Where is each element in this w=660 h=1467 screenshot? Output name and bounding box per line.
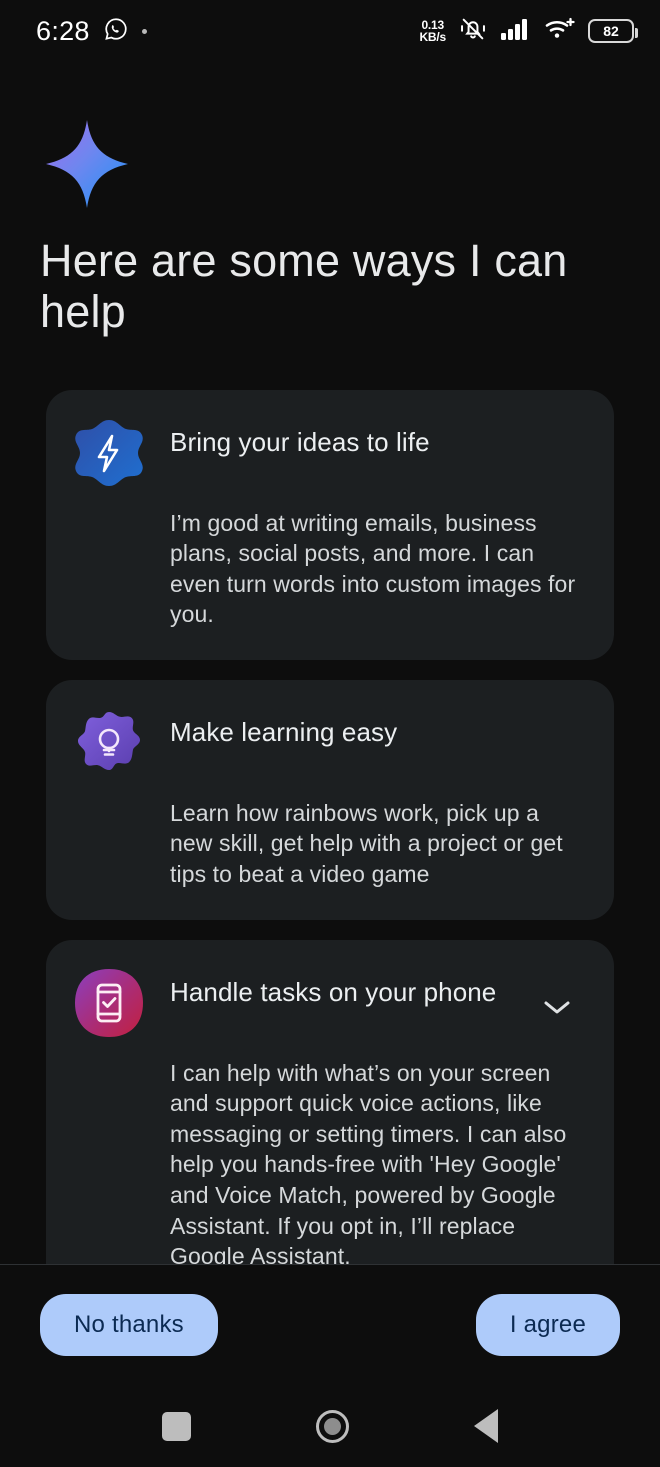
page-title: Here are some ways I can help — [40, 235, 568, 338]
battery-level-label: 82 — [603, 23, 619, 39]
status-bar-left: 6:28 — [36, 16, 147, 47]
android-nav-bar — [0, 1385, 660, 1467]
i-agree-button[interactable]: I agree — [475, 1294, 620, 1356]
card-header: Make learning easy — [72, 706, 586, 780]
wifi-plus-icon — [545, 16, 575, 47]
gemini-sparkle-icon — [46, 120, 660, 213]
card-title: Bring your ideas to life — [170, 426, 430, 457]
card-body: Learn how rainbows work, pick up a new s… — [170, 799, 563, 888]
scroll-content[interactable]: Here are some ways I can help Bring your… — [0, 62, 660, 1264]
card-text-block: Make learning easy — [170, 706, 586, 750]
recents-square-icon[interactable] — [162, 1411, 192, 1441]
card-body: I’m good at writing emails, business pla… — [170, 509, 576, 628]
card-text-block: Handle tasks on your phone — [170, 966, 586, 1010]
ringer-vibrate-off-icon — [459, 15, 487, 48]
home-circle-icon[interactable] — [315, 1409, 349, 1443]
lightbulb-icon — [72, 706, 146, 780]
card-title: Handle tasks on your phone — [170, 976, 497, 1007]
cellular-signal-icon — [500, 17, 532, 46]
whatsapp-icon — [103, 16, 129, 47]
capability-card-phone-tasks[interactable]: Handle tasks on your phone I can help wi… — [46, 939, 614, 1264]
card-title: Make learning easy — [170, 716, 398, 747]
status-bar-right: 0.13 KB/s 82 — [419, 15, 638, 48]
card-header: Bring your ideas to life — [72, 416, 586, 490]
capability-card-list: Bring your ideas to life I’m good at wri… — [0, 389, 660, 1264]
network-speed-indicator: 0.13 KB/s — [419, 19, 446, 43]
back-triangle-icon[interactable] — [473, 1409, 498, 1443]
capability-card-ideas[interactable]: Bring your ideas to life I’m good at wri… — [46, 389, 614, 660]
notification-dot — [141, 28, 147, 34]
status-bar: 6:28 0.13 KB/s 82 — [0, 0, 660, 62]
chevron-down-icon[interactable] — [540, 990, 574, 1024]
card-body: I can help with what’s on your screen an… — [170, 1059, 567, 1264]
phone-check-icon — [72, 966, 146, 1040]
card-header: Handle tasks on your phone — [72, 966, 586, 1040]
status-bar-clock: 6:28 — [36, 15, 90, 46]
network-speed-unit: KB/s — [419, 30, 446, 44]
battery-indicator: 82 — [588, 19, 638, 43]
no-thanks-button[interactable]: No thanks — [40, 1294, 218, 1356]
capability-card-learning[interactable]: Make learning easy Learn how rainbows wo… — [46, 679, 614, 920]
card-text-block: Bring your ideas to life — [170, 416, 586, 460]
lightning-bolt-icon — [72, 416, 146, 490]
action-button-bar: No thanks I agree — [0, 1265, 660, 1385]
